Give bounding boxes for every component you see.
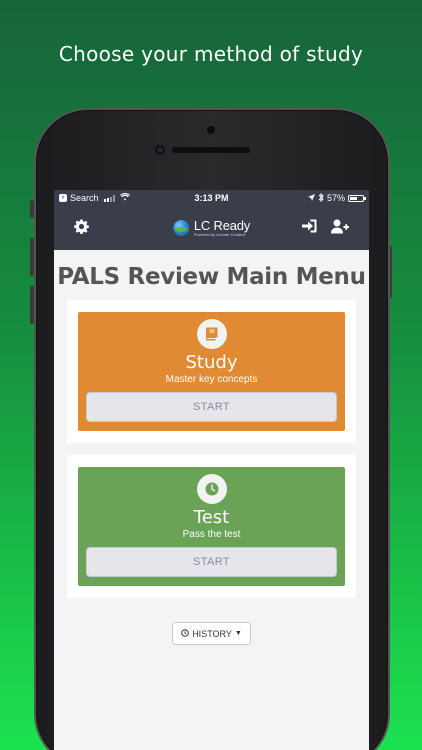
study-card: Study Master key concepts START [67, 300, 356, 443]
test-subtitle: Pass the test [182, 529, 241, 540]
wifi-icon [119, 192, 130, 203]
logo-title: LC Ready [193, 218, 251, 233]
battery-percent: 57% [326, 193, 345, 203]
clock-icon [196, 474, 227, 504]
bluetooth-icon [318, 192, 324, 204]
test-panel: Test Pass the test START [78, 467, 345, 586]
app-navbar: LC Ready Powered by Limmer Creative [54, 206, 369, 250]
history-dropdown-button[interactable]: HISTORY ▼ [172, 622, 251, 645]
location-icon [307, 193, 315, 203]
study-panel: Study Master key concepts START [78, 312, 345, 431]
front-camera [207, 126, 215, 134]
study-title: Study [185, 352, 238, 373]
history-wrap: HISTORY ▼ [54, 622, 369, 645]
history-clock-icon [181, 628, 189, 639]
history-label: HISTORY [192, 628, 232, 639]
test-card: Test Pass the test START [67, 455, 356, 598]
sign-in-icon[interactable] [302, 219, 317, 237]
battery-icon [348, 194, 366, 202]
globe-logo-icon [172, 220, 189, 236]
gear-icon[interactable] [74, 219, 89, 237]
app-logo: LC Ready Powered by Limmer Creative [172, 219, 250, 237]
caret-down-icon: ▼ [234, 630, 242, 637]
proximity-sensor [155, 145, 165, 155]
study-subtitle: Master key concepts [165, 374, 258, 385]
page-title: PALS Review Main Menu [57, 264, 366, 290]
signal-icon [103, 194, 115, 202]
phone-screen: ‹ Search 3:13 PM 57% LC Ready Powered by… [54, 190, 369, 750]
battery-level [350, 196, 357, 200]
logo-subtitle: Powered by Limmer Creative [193, 232, 246, 237]
study-start-button[interactable]: START [86, 392, 337, 422]
add-user-icon[interactable] [331, 219, 349, 237]
status-left[interactable]: ‹ Search [59, 192, 130, 203]
status-bar: ‹ Search 3:13 PM 57% [54, 190, 369, 206]
status-right: 57% [307, 192, 366, 204]
test-start-button[interactable]: START [86, 547, 337, 577]
nav-actions [302, 219, 349, 237]
logo-text: LC Ready Powered by Limmer Creative [194, 219, 250, 237]
test-title: Test [193, 507, 230, 528]
promo-headline: Choose your method of study [58, 42, 364, 66]
earpiece-speaker [172, 147, 250, 153]
back-arrow-icon[interactable]: ‹ [59, 194, 67, 202]
back-to-search-label[interactable]: Search [70, 193, 99, 203]
book-icon [196, 319, 227, 349]
